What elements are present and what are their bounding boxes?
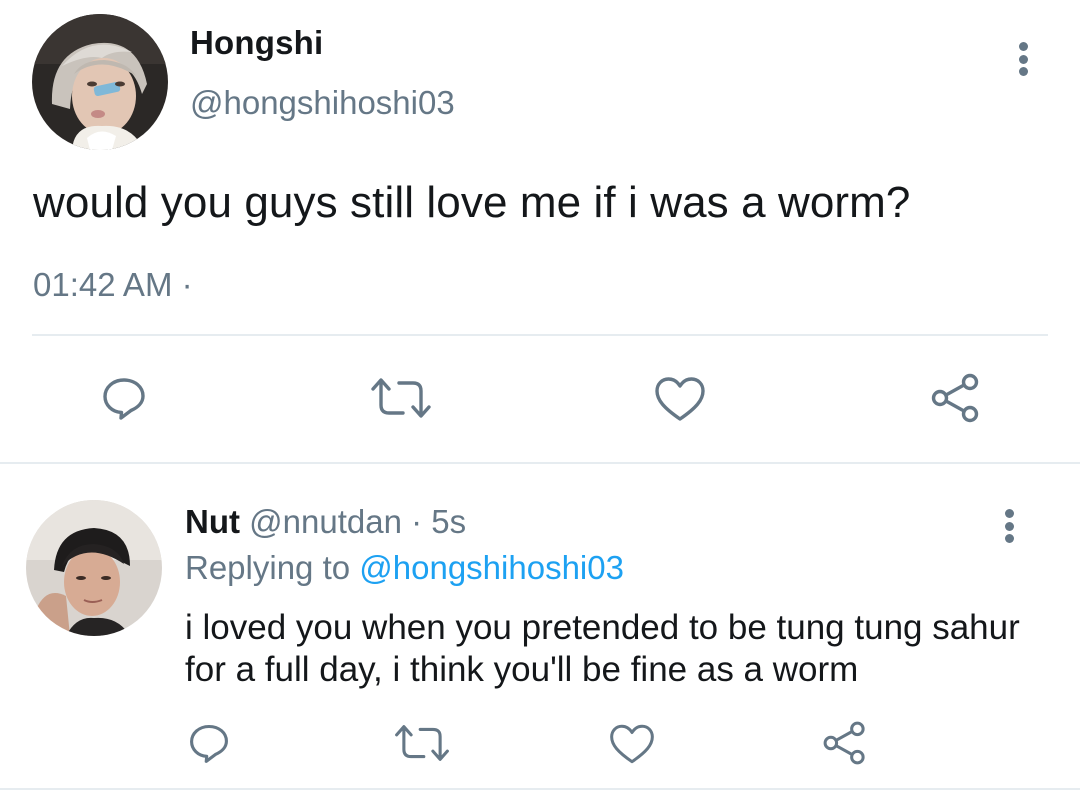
replying-to: Replying to @hongshihoshi03: [185, 549, 624, 587]
display-name[interactable]: Nut: [185, 503, 240, 540]
share-button[interactable]: [928, 372, 984, 424]
reply-button[interactable]: [96, 370, 152, 426]
retweet-icon: [371, 378, 431, 418]
tweet-timestamp[interactable]: 01:42 AM ·: [33, 266, 193, 304]
like-icon: [655, 377, 705, 421]
dot: [1018, 54, 1028, 64]
dot: [1018, 42, 1028, 51]
main-tweet: Hongshi @hongshihoshi03 would you guys s…: [0, 0, 1080, 462]
replying-to-label: Replying to: [185, 549, 360, 586]
dot: [1004, 509, 1014, 518]
profile-photo: [26, 500, 162, 636]
retweet-icon: [395, 725, 449, 761]
reply-header: Nut @nnutdan · 5s: [185, 503, 466, 541]
retweet-button[interactable]: [368, 372, 434, 424]
like-icon: [610, 724, 654, 764]
tweet-thread: Hongshi @hongshihoshi03 would you guys s…: [0, 0, 1080, 795]
more-options-icon[interactable]: [1017, 42, 1029, 76]
share-button[interactable]: [820, 718, 870, 768]
profile-photo: [32, 14, 168, 150]
like-button[interactable]: [607, 721, 657, 767]
reply-button[interactable]: [184, 718, 234, 768]
reply-text: i loved you when you pretended to be tun…: [185, 608, 1020, 689]
like-button[interactable]: [652, 372, 708, 426]
divider: [32, 334, 1048, 336]
display-name[interactable]: Hongshi: [190, 24, 323, 62]
more-options-icon[interactable]: [1003, 509, 1015, 543]
tweet-text: would you guys still love me if i was a …: [33, 178, 911, 227]
dot: [1004, 521, 1014, 531]
divider: [0, 462, 1080, 464]
avatar[interactable]: [32, 14, 168, 150]
dot: [1004, 534, 1014, 543]
share-icon: [931, 373, 979, 423]
avatar[interactable]: [26, 500, 162, 636]
share-icon: [823, 721, 865, 765]
reply-icon: [190, 724, 228, 763]
user-handle[interactable]: @hongshihoshi03: [190, 84, 455, 122]
retweet-button[interactable]: [392, 720, 452, 766]
divider: [0, 788, 1080, 790]
reply-icon: [103, 378, 145, 420]
mention-link[interactable]: @hongshihoshi03: [359, 549, 624, 586]
handle-time[interactable]: @nnutdan · 5s: [240, 503, 466, 540]
dot: [1018, 67, 1028, 76]
